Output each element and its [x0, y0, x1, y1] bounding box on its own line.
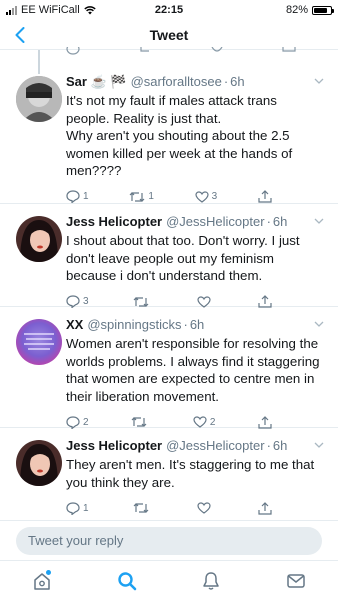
handle[interactable]: @JessHelicopter — [166, 438, 264, 454]
chevron-down-icon[interactable] — [314, 217, 324, 225]
tweet-text: I shout about that too. Don't worry. I j… — [66, 233, 300, 283]
timestamp: 6h — [230, 74, 245, 89]
tweet-actions: 1 1 3 — [66, 190, 272, 204]
status-bar: EE WiFiCall 22:15 82% — [0, 0, 338, 20]
like-icon[interactable] — [210, 47, 224, 57]
partial-tweet-actions — [66, 47, 296, 57]
tweet[interactable]: Jess Helicopter @JessHelicopter · 6h The… — [0, 428, 338, 520]
like-button[interactable] — [196, 501, 214, 515]
reply-icon[interactable] — [66, 47, 80, 57]
page-title: Tweet — [149, 27, 189, 43]
like-count: 3 — [211, 191, 218, 202]
tweet-actions: 1 — [66, 501, 272, 515]
heart-icon — [193, 416, 207, 428]
chevron-down-icon[interactable] — [314, 441, 324, 449]
tweet[interactable]: Sar ☕ 🏁 @sarforalltosee · 6h It's not my… — [0, 60, 338, 204]
tweet[interactable]: Jess Helicopter @JessHelicopter · 6h I s… — [0, 204, 338, 308]
bell-icon — [203, 571, 219, 590]
retweet-button[interactable]: 1 — [129, 190, 154, 204]
battery-percent: 82% — [285, 4, 308, 16]
search-icon — [118, 571, 137, 590]
avatar[interactable] — [16, 76, 62, 122]
share-button[interactable] — [258, 190, 272, 204]
share-button[interactable] — [258, 501, 272, 515]
avatar[interactable] — [16, 440, 62, 486]
retweet-icon — [129, 191, 145, 202]
reply-count: 1 — [83, 502, 89, 514]
retweet-button[interactable] — [133, 501, 152, 515]
tweet-text: They aren't men. It's staggering to me t… — [66, 457, 315, 490]
chevron-down-icon[interactable] — [314, 77, 324, 85]
battery-icon — [312, 5, 334, 15]
reply-button[interactable]: 1 — [66, 190, 89, 204]
tab-search[interactable] — [112, 566, 142, 596]
separator-dot: · — [223, 74, 229, 89]
timestamp: 6h — [189, 317, 205, 332]
separator-dot: · — [183, 317, 188, 332]
share-icon — [258, 501, 272, 515]
separator-dot: · — [266, 438, 271, 453]
heart-icon — [196, 502, 211, 514]
reply-icon — [66, 190, 80, 203]
tab-bar — [0, 560, 338, 600]
share-button[interactable] — [258, 415, 272, 429]
tweet-text: Women aren't responsible for resolving t… — [66, 336, 320, 404]
display-name[interactable]: Jess Helicopter — [66, 214, 162, 230]
handle[interactable]: @sarforalltosee — [131, 74, 222, 90]
reply-count: 1 — [83, 191, 89, 202]
avatar[interactable] — [16, 319, 62, 365]
share-icon[interactable] — [282, 47, 296, 57]
retweet-icon[interactable] — [138, 47, 152, 57]
reply-count: 2 — [83, 416, 89, 428]
retweet-icon — [133, 503, 149, 513]
heart-icon — [195, 190, 209, 203]
reply-button[interactable]: 1 — [66, 501, 89, 515]
timestamp: 6h — [272, 438, 288, 453]
handle[interactable]: @spinningsticks — [87, 317, 181, 333]
tweet-actions: 2 2 — [66, 415, 272, 429]
reply-icon — [66, 415, 80, 429]
timestamp: 6h — [272, 214, 288, 229]
tweet[interactable]: XX @spinningsticks · 6h Women aren't res… — [0, 307, 338, 429]
reply-bar: Tweet your reply — [0, 520, 338, 558]
share-icon — [258, 415, 272, 429]
tab-notifications[interactable] — [196, 566, 226, 596]
heart-icon — [196, 295, 211, 308]
tab-messages[interactable] — [281, 566, 311, 596]
retweet-icon — [133, 296, 149, 307]
reply-button[interactable]: 2 — [66, 415, 89, 429]
avatar[interactable] — [16, 216, 62, 262]
nav-header: Tweet — [0, 20, 338, 50]
tweet-text: It's not my fault if males attack trans … — [66, 93, 293, 178]
retweet-button[interactable] — [131, 415, 150, 429]
like-button[interactable]: 3 — [195, 190, 218, 204]
envelope-icon — [287, 573, 305, 588]
reply-count: 3 — [83, 296, 89, 307]
chevron-down-icon[interactable] — [314, 320, 324, 328]
separator-dot: · — [266, 214, 271, 229]
display-name[interactable]: Sar ☕ 🏁 — [66, 74, 127, 90]
display-name[interactable]: Jess Helicopter — [66, 438, 162, 454]
like-button[interactable]: 2 — [193, 415, 216, 429]
retweet-icon — [131, 417, 147, 427]
retweet-count: 1 — [148, 191, 154, 202]
like-count: 2 — [209, 416, 216, 428]
tab-home[interactable] — [27, 566, 57, 596]
handle[interactable]: @JessHelicopter — [166, 214, 264, 230]
share-icon — [258, 190, 272, 203]
display-name[interactable]: XX — [66, 317, 83, 333]
reply-input[interactable]: Tweet your reply — [16, 527, 322, 555]
reply-icon — [66, 501, 80, 515]
notification-dot — [46, 569, 52, 575]
